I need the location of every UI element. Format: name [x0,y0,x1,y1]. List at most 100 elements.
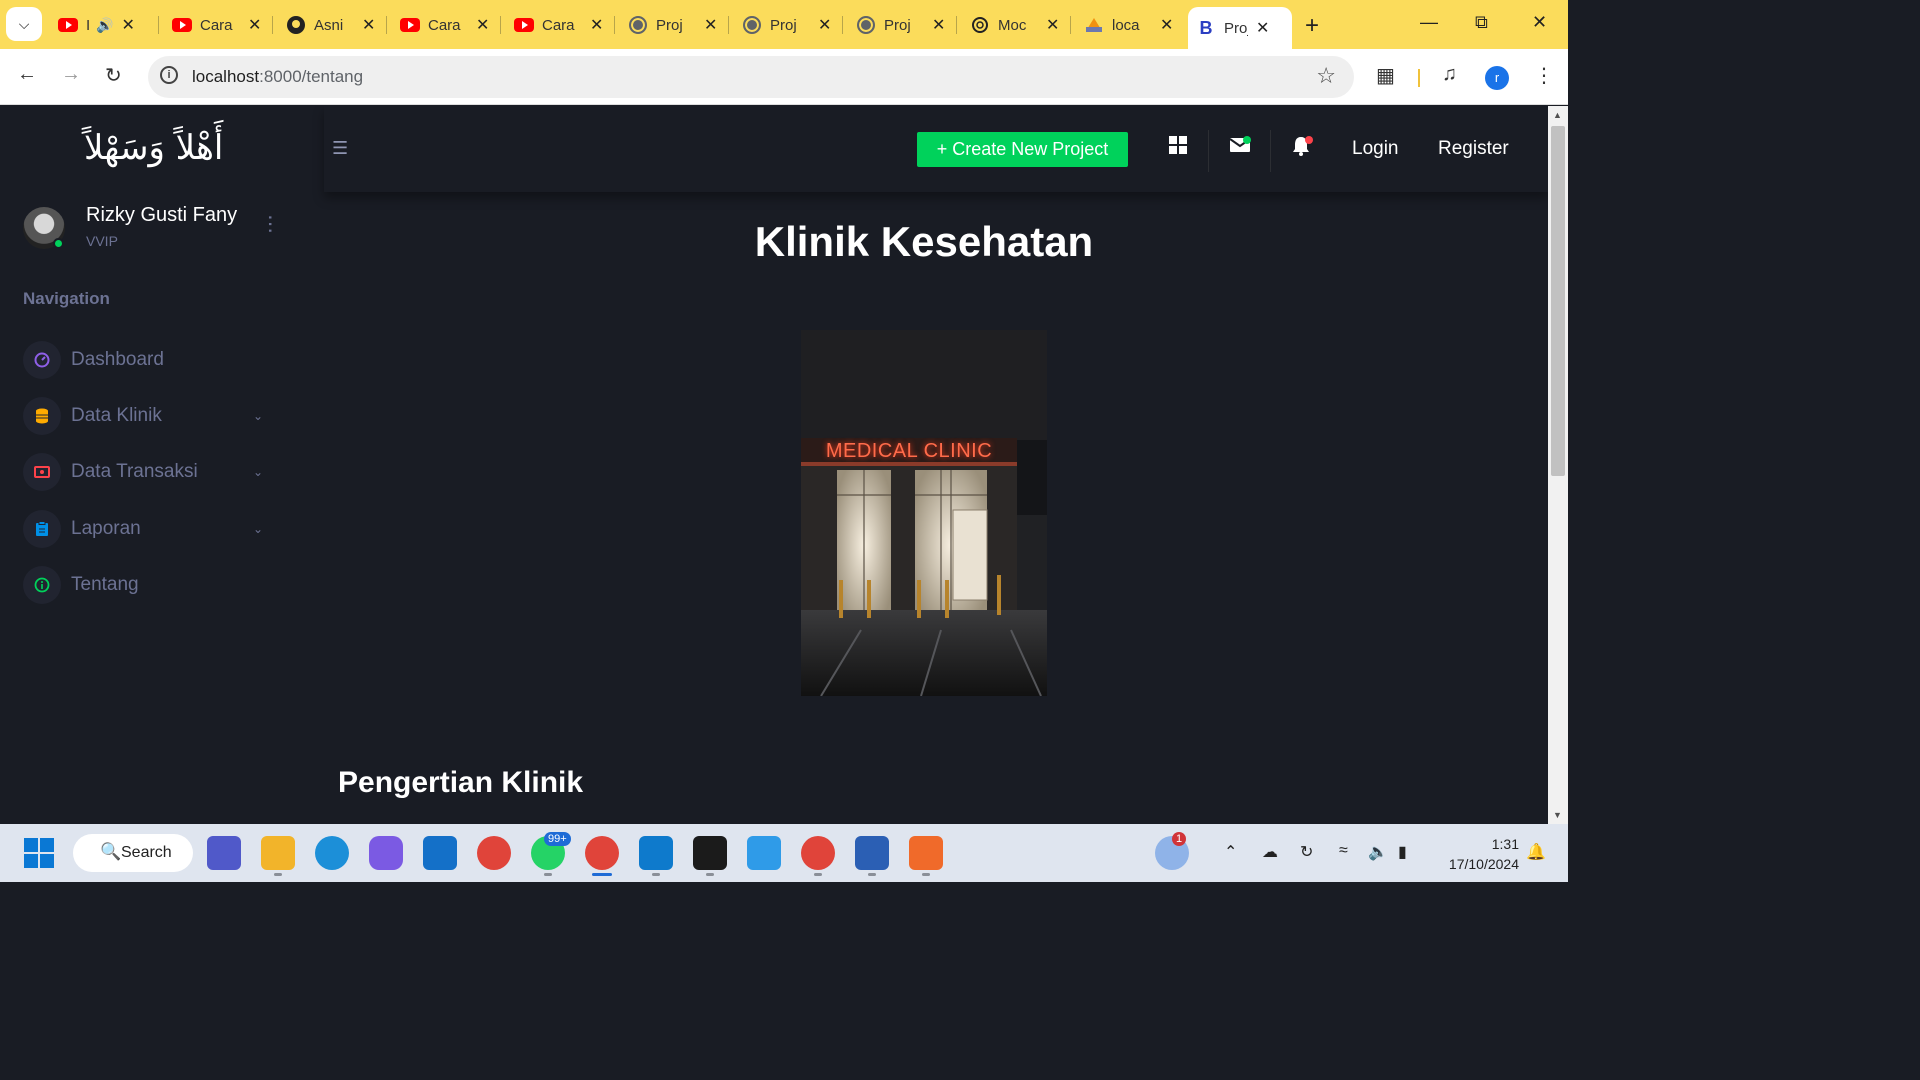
extensions-icon[interactable]: ▦ [1376,63,1395,88]
close-tab-icon[interactable]: ✕ [248,15,261,35]
new-tab-button[interactable]: + [1305,12,1319,40]
page-title: Klinik Kesehatan [754,218,1094,265]
tab-search-button[interactable]: ⌵ [6,7,42,41]
forward-button[interactable]: → [61,63,81,86]
github-icon [286,15,306,35]
youtube-icon [400,15,420,35]
close-tab-icon[interactable]: ✕ [704,15,717,35]
whatsapp-badge: 99+ [544,832,571,846]
file-explorer-icon[interactable] [261,836,295,870]
close-tab-icon[interactable]: ✕ [590,15,603,35]
browser-tab-active[interactable]: B Proj ✕ [1188,7,1292,49]
globe-icon [628,15,648,35]
photos-icon[interactable] [747,836,781,870]
clipboard-icon [23,510,61,548]
browser-toolbar: ← → ↻ i localhost:8000/tentang ☆ ▦ ♫ r ⋮ [0,49,1568,105]
browser-tab[interactable]: Cara ✕ [506,8,611,42]
close-tab-icon[interactable]: ✕ [1256,18,1269,38]
reload-button[interactable]: ↻ [105,63,122,88]
scrollbar-thumb[interactable] [1551,126,1565,476]
browser-tab[interactable]: Proj ✕ [734,8,839,42]
close-tab-icon[interactable]: ✕ [1160,15,1173,35]
grid-apps-icon[interactable] [1169,136,1187,160]
profile-avatar[interactable]: r [1485,66,1509,90]
chevron-up-icon[interactable]: ⌃ [1224,842,1237,862]
chevron-down-icon: ⌄ [252,409,263,423]
browser-tab[interactable]: Cara ✕ [392,8,497,42]
openai-icon [970,15,990,35]
sidebar-item-dashboard[interactable]: Dashboard [23,340,263,380]
youtube-icon [514,15,534,35]
teams-icon[interactable] [207,836,241,870]
chrome-icon-2[interactable] [801,836,835,870]
browser-tab[interactable]: loca ✕ [1076,8,1181,42]
scroll-down-icon[interactable]: ▼ [1553,810,1562,820]
browser-tab[interactable]: Proj ✕ [620,8,725,42]
volume-icon[interactable]: 🔈 [1368,842,1388,862]
address-bar[interactable]: i localhost:8000/tentang ☆ [148,56,1354,98]
user-name: Rizky Gusti Fany [86,204,238,226]
terminal-icon[interactable] [693,836,727,870]
close-window-button[interactable]: ✕ [1532,12,1547,33]
minimize-button[interactable]: — [1420,12,1438,33]
browser-tab[interactable]: I 🔊 ✕ [50,8,143,42]
sync-icon[interactable]: ↻ [1300,842,1313,862]
weather-badge: 1 [1172,832,1187,846]
restore-button[interactable]: ⧉ [1475,12,1488,33]
page-scrollbar[interactable]: ▲ ▼ [1548,106,1568,824]
back-button[interactable]: ← [17,63,37,86]
sidebar-item-data-klinik[interactable]: Data Klinik ⌄ [23,396,263,436]
youtube-icon [172,15,192,35]
bootstrap-icon: B [1199,17,1213,38]
user-menu-icon[interactable]: ⋯ [258,214,282,234]
windows-start-icon[interactable] [24,838,54,868]
search-icon: 🔍 [100,842,122,861]
close-tab-icon[interactable]: ✕ [932,15,945,35]
speaker-icon: 🔊 [96,16,114,33]
media-controls-icon[interactable]: ♫ [1442,63,1457,86]
edge-icon[interactable] [315,836,349,870]
youtube-icon [58,15,78,35]
globe-icon [856,15,876,35]
login-link[interactable]: Login [1352,138,1399,160]
chrome-icon[interactable] [477,836,511,870]
url-text[interactable]: localhost:8000/tentang [192,67,363,87]
site-info-icon[interactable]: i [160,66,178,84]
onedrive-icon[interactable]: ☁ [1262,842,1278,862]
browser-tab[interactable]: Moc ✕ [962,8,1067,42]
copilot-icon[interactable] [369,836,403,870]
create-new-project-button[interactable]: + Create New Project [917,132,1128,167]
close-tab-icon[interactable]: ✕ [818,15,831,35]
close-tab-icon[interactable]: ✕ [362,15,375,35]
browser-tab[interactable]: Asni ✕ [278,8,383,42]
medical-clinic-sign: MEDICAL CLINIC [825,440,993,462]
close-tab-icon[interactable]: ✕ [476,15,489,35]
mail-notification-dot [1243,136,1251,144]
taskbar-search[interactable]: 🔍 Search [73,834,193,872]
user-role: VVIP [86,233,118,249]
sidebar-item-data-transaksi[interactable]: Data Transaksi ⌄ [23,452,263,492]
windows-taskbar: 🔍 Search 99+ 1 ⌃ ☁ ↻ ≈ 🔈 ▮ 1:31 17/10/20… [0,824,1568,882]
pma-icon [1084,15,1104,35]
browser-tab[interactable]: Cara ✕ [164,8,269,42]
word-icon[interactable] [855,836,889,870]
notification-bell-icon[interactable]: 🔔 [1526,842,1546,862]
browser-tab[interactable]: Proj ✕ [848,8,953,42]
close-tab-icon[interactable]: ✕ [121,15,134,35]
sidebar-item-tentang[interactable]: Tentang [23,565,263,605]
hamburger-menu-icon[interactable]: ☰ [332,138,348,159]
register-link[interactable]: Register [1438,138,1509,160]
sidebar-item-laporan[interactable]: Laporan ⌄ [23,509,263,549]
browser-menu-icon[interactable]: ⋮ [1534,63,1554,88]
battery-icon[interactable]: ▮ [1398,842,1407,862]
wifi-icon[interactable]: ≈ [1339,842,1348,860]
outlook-icon[interactable] [423,836,457,870]
bookmark-star-icon[interactable]: ☆ [1316,63,1336,89]
brand-logo[interactable]: أَهْلاً وَسَهْلاً [84,128,223,168]
system-clock[interactable]: 1:31 17/10/2024 [1433,834,1519,874]
chrome-profile-icon[interactable] [585,836,619,870]
scroll-up-icon[interactable]: ▲ [1553,110,1562,120]
vscode-icon[interactable] [639,836,673,870]
close-tab-icon[interactable]: ✕ [1046,15,1059,35]
xampp-icon[interactable] [909,836,943,870]
